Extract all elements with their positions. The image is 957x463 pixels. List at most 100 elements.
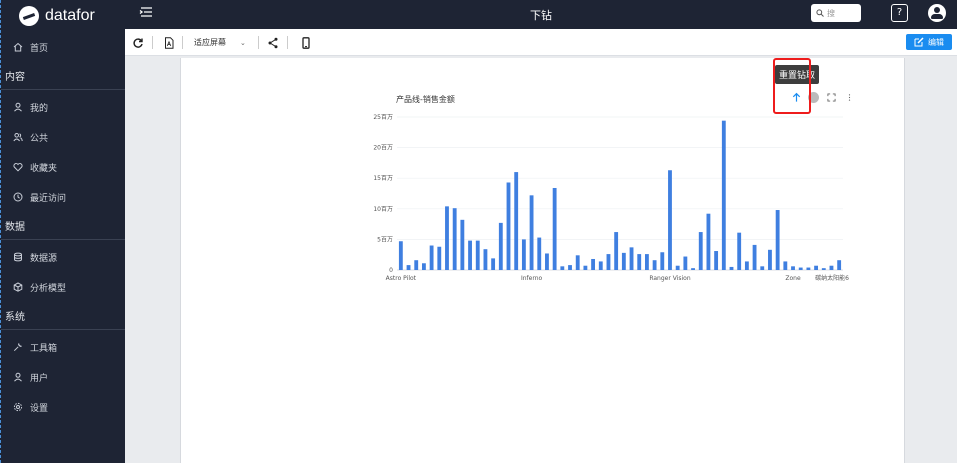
- bar[interactable]: [668, 170, 672, 270]
- y-tick-label: 20百万: [373, 145, 393, 152]
- bar[interactable]: [414, 260, 419, 270]
- toolbar-divider: [287, 36, 288, 49]
- bar[interactable]: [737, 232, 742, 270]
- bar[interactable]: [660, 252, 665, 270]
- bar[interactable]: [791, 266, 795, 270]
- sidebar-item-label: 用户: [30, 373, 49, 384]
- bar[interactable]: [529, 195, 534, 270]
- more-options-icon[interactable]: [843, 91, 855, 103]
- bar[interactable]: [752, 244, 757, 270]
- bar[interactable]: [521, 239, 526, 270]
- bar[interactable]: [398, 241, 403, 270]
- bar[interactable]: [629, 247, 634, 270]
- bar[interactable]: [452, 208, 457, 270]
- sidebar-item-label: 我的: [30, 103, 49, 114]
- bar[interactable]: [475, 240, 480, 270]
- logo[interactable]: datafor: [1, 0, 125, 32]
- bar[interactable]: [744, 261, 749, 270]
- chart-title: 产品线-销售金额: [396, 95, 455, 104]
- cube-icon: [12, 282, 23, 293]
- sidebar: datafor 首页 内容 我的 公共 收藏夹 最近访问 数据 数据源 分析模型…: [0, 0, 125, 463]
- bar[interactable]: [591, 258, 596, 270]
- bar[interactable]: [506, 182, 511, 270]
- bar[interactable]: [698, 232, 703, 270]
- sidebar-item-toolbox[interactable]: 工具箱: [1, 332, 125, 362]
- bar[interactable]: [760, 266, 765, 270]
- bar[interactable]: [514, 172, 519, 270]
- bar[interactable]: [460, 219, 465, 270]
- refresh-button[interactable]: [132, 35, 144, 50]
- bar[interactable]: [583, 265, 588, 270]
- bar[interactable]: [821, 268, 826, 270]
- bar[interactable]: [637, 254, 642, 270]
- bar[interactable]: [691, 268, 695, 270]
- nav-group-title: 系统: [1, 302, 125, 330]
- bar[interactable]: [768, 249, 772, 270]
- bar[interactable]: [775, 210, 780, 270]
- sidebar-item-favorites[interactable]: 收藏夹: [1, 152, 125, 182]
- users-icon: [12, 132, 23, 143]
- x-tick-label: Astro Pilot: [386, 275, 417, 282]
- bar[interactable]: [598, 261, 603, 270]
- bar[interactable]: [560, 266, 565, 270]
- bar[interactable]: [406, 265, 411, 270]
- x-tick-label: Ranger Vision: [649, 275, 690, 282]
- sidebar-item-settings[interactable]: 设置: [1, 392, 125, 422]
- search-icon: [816, 9, 824, 17]
- bar[interactable]: [837, 260, 842, 270]
- share-button[interactable]: [267, 35, 279, 50]
- bar[interactable]: [429, 245, 434, 270]
- bar[interactable]: [575, 255, 580, 270]
- bar[interactable]: [706, 213, 711, 270]
- x-tick-label: Zone: [785, 275, 801, 282]
- highlight-box: [773, 58, 811, 114]
- sidebar-item-mine[interactable]: 我的: [1, 92, 125, 122]
- fullscreen-icon[interactable]: [825, 91, 837, 103]
- mobile-icon: [302, 36, 310, 49]
- bar[interactable]: [814, 265, 819, 270]
- bar[interactable]: [721, 120, 726, 270]
- user-avatar-button[interactable]: [928, 4, 946, 22]
- sidebar-item-public[interactable]: 公共: [1, 122, 125, 152]
- toolbar-divider: [152, 36, 153, 49]
- bar[interactable]: [675, 265, 680, 270]
- bar[interactable]: [437, 246, 442, 270]
- bar[interactable]: [798, 267, 803, 270]
- bar[interactable]: [545, 253, 549, 270]
- search-input[interactable]: 搜: [811, 4, 861, 22]
- bar[interactable]: [783, 261, 788, 270]
- fit-screen-select[interactable]: 适应屏幕 ⌄: [194, 35, 246, 50]
- bar[interactable]: [445, 206, 449, 270]
- bar[interactable]: [421, 263, 426, 270]
- sidebar-item-model[interactable]: 分析模型: [1, 272, 125, 302]
- bar[interactable]: [683, 256, 688, 270]
- sidebar-item-home[interactable]: 首页: [1, 32, 125, 62]
- bar[interactable]: [552, 187, 557, 270]
- bar[interactable]: [714, 251, 719, 270]
- logo-text: datafor: [45, 7, 95, 24]
- bar[interactable]: [468, 240, 472, 270]
- bar[interactable]: [606, 254, 611, 270]
- y-tick-label: 5百万: [377, 236, 393, 243]
- sidebar-item-users[interactable]: 用户: [1, 362, 125, 392]
- bar[interactable]: [614, 232, 619, 270]
- bar[interactable]: [652, 260, 657, 270]
- export-pdf-button[interactable]: [163, 35, 175, 50]
- bar[interactable]: [537, 237, 542, 270]
- mobile-view-button[interactable]: [300, 35, 312, 50]
- sidebar-item-recent[interactable]: 最近访问: [1, 182, 125, 212]
- bar[interactable]: [644, 254, 649, 270]
- bar[interactable]: [498, 222, 503, 270]
- bar[interactable]: [491, 258, 496, 270]
- sidebar-item-datasource[interactable]: 数据源: [1, 242, 125, 272]
- help-button[interactable]: ?: [891, 4, 908, 22]
- bar[interactable]: [729, 266, 734, 270]
- top-bar: 下钻 搜 ?: [125, 0, 957, 29]
- share-icon: [268, 37, 278, 48]
- bar[interactable]: [483, 249, 488, 270]
- bar[interactable]: [829, 265, 834, 270]
- bar[interactable]: [568, 265, 572, 270]
- bar[interactable]: [806, 267, 811, 270]
- edit-button[interactable]: 编辑: [906, 34, 952, 50]
- bar[interactable]: [621, 252, 626, 270]
